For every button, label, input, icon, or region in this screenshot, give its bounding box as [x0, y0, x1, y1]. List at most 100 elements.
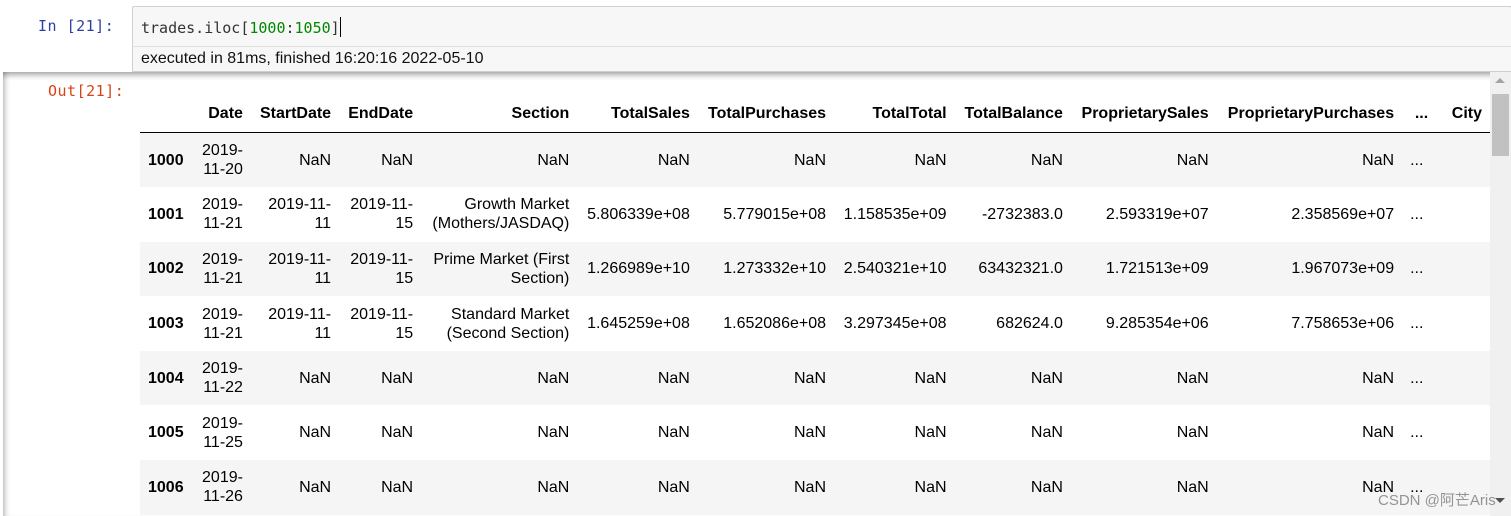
table-cell — [1436, 242, 1490, 297]
row-index: 1006 — [148, 478, 184, 496]
watermark: CSDN @阿芒Aris — [1378, 492, 1496, 509]
table-cell: NaN — [794, 424, 827, 442]
table-cell: NaN — [299, 369, 332, 387]
scroll-up-arrow-icon[interactable] — [1495, 78, 1505, 83]
scroll-down-arrow-icon[interactable] — [1495, 498, 1505, 503]
column-header: EndDate — [339, 94, 422, 133]
input-prompt: In [21]: — [38, 17, 115, 35]
table-cell: 2.358569e+07 — [1291, 205, 1395, 223]
row-index: 1004 — [148, 369, 184, 387]
table-cell: NaN — [381, 151, 414, 169]
table-cell: ... — [1410, 315, 1424, 333]
column-header: TotalBalance — [954, 94, 1071, 133]
table-cell: ... — [1410, 260, 1424, 278]
code-input[interactable]: trades.iloc[1000:1050] — [132, 6, 1511, 47]
table-cell: NaN — [914, 151, 947, 169]
column-header: Date — [193, 94, 251, 133]
table-cell: 2019-11-15 — [350, 250, 414, 287]
table-cell: NaN — [1030, 478, 1063, 496]
row-index: 1005 — [148, 424, 184, 442]
table-cell: NaN — [657, 478, 690, 496]
table-cell: NaN — [1030, 424, 1063, 442]
column-header: ProprietarySales — [1070, 94, 1217, 133]
table-cell: 3.297345e+08 — [843, 315, 947, 333]
table-cell: 5.779015e+08 — [723, 205, 827, 223]
table-row: 1003 2019-11-21 2019-11-11 2019-11-15 Standa… — [140, 296, 1490, 351]
table-cell: NaN — [1176, 424, 1209, 442]
vertical-scrollbar[interactable] — [1490, 72, 1511, 516]
table-cell: NaN — [1030, 369, 1063, 387]
table-cell — [1436, 133, 1490, 188]
table-cell: NaN — [1176, 478, 1209, 496]
table-cell: 1.645259e+08 — [587, 315, 690, 333]
table-cell: 2019-11-20 — [202, 142, 243, 179]
table-header-row: Date StartDate EndDate Section TotalSales Tot… — [140, 94, 1490, 133]
table-cell: NaN — [914, 369, 947, 387]
column-header: TotalTotal — [834, 94, 955, 133]
table-cell: NaN — [1176, 151, 1209, 169]
table-row: 1000 2019-11-20 NaN NaN NaN NaN NaN NaN NaN NaN Na… — [140, 132, 1490, 188]
column-header: TotalSales — [577, 94, 698, 133]
table-cell: NaN — [537, 478, 570, 496]
table-cell: Growth Market (Mothers/JASDAQ) — [432, 196, 570, 233]
table-cell: 1.967073e+09 — [1291, 260, 1395, 278]
table-row: 1006 2019-11-26 NaN NaN NaN NaN NaN NaN NaN NaN Na… — [140, 460, 1490, 515]
row-index: 1003 — [148, 315, 184, 333]
code-token: ] — [330, 19, 340, 37]
table-cell — [1436, 187, 1490, 242]
table-cell: NaN — [657, 424, 690, 442]
table-cell: NaN — [794, 478, 827, 496]
table-cell: ... — [1410, 369, 1424, 387]
output-prompt: Out[21]: — [48, 82, 125, 100]
table-cell: NaN — [914, 424, 947, 442]
table-cell: NaN — [1176, 369, 1209, 387]
code-number: 1000 — [249, 19, 286, 37]
table-cell: Standard Market (Second Section) — [446, 305, 570, 342]
table-cell: NaN — [381, 478, 414, 496]
row-index: 1002 — [148, 260, 184, 278]
table-cell: 1.273332e+10 — [723, 260, 827, 278]
column-header: StartDate — [250, 94, 340, 133]
code-number: 1050 — [294, 19, 331, 37]
table-cell: ... — [1410, 205, 1424, 223]
table-cell: NaN — [381, 369, 414, 387]
table-cell: 63432321.0 — [978, 260, 1063, 278]
table-cell — [1436, 405, 1490, 460]
table-cell: NaN — [657, 151, 690, 169]
table-cell: NaN — [381, 424, 414, 442]
table-cell: 2019-11-26 — [202, 469, 243, 506]
table-cell: 7.758653e+06 — [1291, 315, 1395, 333]
row-index: 1001 — [148, 205, 184, 223]
table-cell — [1436, 296, 1490, 351]
execution-info: executed in 81ms, finished 16:20:16 2022… — [132, 46, 1511, 72]
row-index: 1000 — [148, 151, 184, 169]
table-cell: 2019-11-21 — [202, 250, 243, 287]
table-cell: NaN — [794, 151, 827, 169]
table-cell: 1.266989e+10 — [587, 260, 690, 278]
code-token: trades.iloc[ — [141, 19, 250, 37]
table-cell: 2019-11-22 — [202, 360, 243, 397]
column-header: City — [1436, 94, 1490, 133]
table-cell: NaN — [1030, 151, 1063, 169]
table-cell: 2019-11-15 — [350, 196, 414, 233]
table-cell: NaN — [299, 424, 332, 442]
table-cell: 2019-11-21 — [202, 196, 243, 233]
table-cell: 5.806339e+08 — [587, 205, 690, 223]
column-header: TotalPurchases — [697, 94, 835, 133]
table-row: 1005 2019-11-25 NaN NaN NaN NaN NaN NaN NaN NaN Na… — [140, 405, 1490, 460]
scrollbar-thumb[interactable] — [1492, 94, 1509, 156]
table-row: 1002 2019-11-21 2019-11-11 2019-11-15 Prime … — [140, 241, 1490, 297]
table-cell: 2.593319e+07 — [1105, 205, 1209, 223]
table-cell: NaN — [299, 151, 332, 169]
table-cell: NaN — [537, 151, 570, 169]
column-header: ProprietaryPurchases — [1216, 94, 1403, 133]
table-cell: NaN — [1362, 369, 1395, 387]
table-cell: 1.721513e+09 — [1105, 260, 1209, 278]
table-cell: 2019-11-11 — [268, 305, 332, 342]
table-cell: NaN — [299, 478, 332, 496]
table-cell: Prime Market (First Section) — [433, 250, 570, 287]
table-cell: 682624.0 — [996, 315, 1063, 333]
code-text: trades.iloc[1000:1050] — [141, 17, 341, 37]
table-cell: NaN — [1362, 151, 1395, 169]
dataframe-table: Date StartDate EndDate Section TotalSales Tot… — [140, 94, 1490, 515]
